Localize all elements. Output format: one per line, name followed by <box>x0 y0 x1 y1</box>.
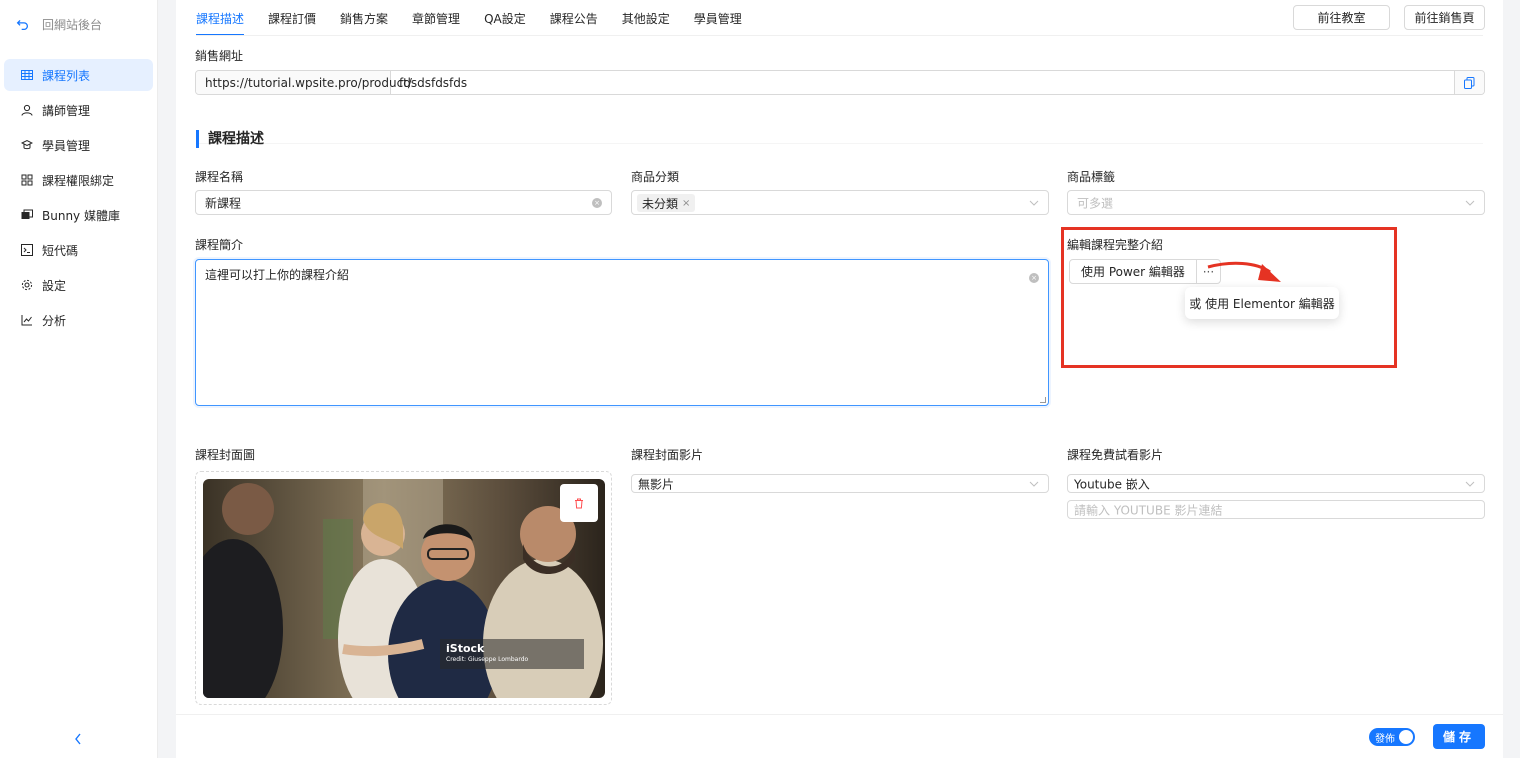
summary-value: 這裡可以打上你的課程介紹 <box>205 268 350 282</box>
sidebar-item-permissions[interactable]: 課程權限綁定 <box>4 164 153 196</box>
section-divider <box>196 143 1483 144</box>
cover-image-label: 課程封面圖 <box>195 448 256 462</box>
sidebar-item-students[interactable]: 學員管理 <box>4 129 153 161</box>
youtube-url-placeholder: 請輸入 YOUTUBE 影片連結 <box>1074 503 1223 517</box>
main-panel: 課程描述 課程訂價 銷售方案 章節管理 QA設定 課程公告 其他設定 學員管理 … <box>176 0 1503 758</box>
clear-icon[interactable]: × <box>592 197 602 208</box>
sidebar-item-label: Bunny 媒體庫 <box>42 208 120 223</box>
tab-course-pricing[interactable]: 課程訂價 <box>268 0 328 36</box>
media-icon <box>20 208 34 222</box>
product-tags-label: 商品標籤 <box>1067 170 1116 184</box>
chevron-down-icon <box>1029 200 1039 206</box>
gear-icon <box>20 278 34 292</box>
sidebar-item-analytics[interactable]: 分析 <box>4 304 153 336</box>
table-icon <box>20 68 34 82</box>
product-tags-select[interactable]: 可多選 <box>1067 190 1485 215</box>
sidebar-item-instructors[interactable]: 講師管理 <box>4 94 153 126</box>
sidebar-item-label: 課程權限綁定 <box>42 173 115 188</box>
students-icon <box>20 138 34 152</box>
undo-arrow-icon <box>14 17 30 33</box>
chevron-down-icon <box>1465 200 1475 206</box>
tab-chapters[interactable]: 章節管理 <box>412 0 472 36</box>
tab-student-management[interactable]: 學員管理 <box>694 0 754 36</box>
sidebar-item-shortcodes[interactable]: 短代碼 <box>4 234 153 266</box>
code-icon <box>20 243 34 257</box>
trial-video-label: 課程免費試看影片 <box>1067 448 1164 462</box>
youtube-url-input[interactable]: 請輸入 YOUTUBE 影片連結 <box>1067 500 1485 519</box>
tab-course-description[interactable]: 課程描述 <box>196 0 256 36</box>
chevron-down-icon <box>1029 481 1039 487</box>
go-to-classroom-button[interactable]: 前往教室 <box>1293 5 1390 30</box>
publish-label: 發佈 <box>1375 733 1395 745</box>
product-tags-placeholder: 可多選 <box>1077 196 1114 210</box>
toggle-knob <box>1399 730 1413 744</box>
save-button[interactable]: 儲存 <box>1433 724 1485 749</box>
sidebar-item-label: 分析 <box>42 313 67 328</box>
chart-icon <box>20 313 34 327</box>
course-name-label: 課程名稱 <box>195 170 244 184</box>
footer-divider <box>176 714 1503 715</box>
tab-announcements[interactable]: 課程公告 <box>550 0 610 36</box>
copy-icon[interactable] <box>1454 71 1484 94</box>
annotation-highlight-box <box>1061 227 1397 368</box>
section-title: 課程描述 <box>196 130 264 148</box>
grid-icon <box>20 173 34 187</box>
course-name-value: 新課程 <box>205 196 242 210</box>
trial-video-value: Youtube 嵌入 <box>1074 477 1150 491</box>
cover-video-label: 課程封面影片 <box>631 448 704 462</box>
category-label: 商品分類 <box>631 170 680 184</box>
publish-toggle[interactable]: 發佈 <box>1369 728 1415 746</box>
tag-remove-icon[interactable]: × <box>682 198 690 209</box>
back-to-site-link[interactable]: 回網站後台 <box>14 16 102 33</box>
tabs-divider <box>196 35 1483 36</box>
clear-icon[interactable]: × <box>1029 273 1039 283</box>
sales-url-prefix: https://tutorial.wpsite.pro/product/ <box>196 71 412 94</box>
watermark-brand: iStock <box>446 642 485 655</box>
category-tag: 未分類 × <box>637 194 696 212</box>
sidebar-menu: 課程列表 講師管理 學員管理 課程權限綁定 Bunny 媒體庫 短代碼 設定 分… <box>4 59 153 339</box>
sales-url-field: https://tutorial.wpsite.pro/product/ fds… <box>195 70 1485 95</box>
summary-label: 課程簡介 <box>195 238 244 252</box>
tab-bar: 課程描述 課程訂價 銷售方案 章節管理 QA設定 課程公告 其他設定 學員管理 <box>196 0 766 36</box>
category-select[interactable]: 未分類 × <box>631 190 1049 215</box>
resize-handle[interactable] <box>1040 397 1046 403</box>
watermark-credit: Credit: Giuseppe Lombardo <box>446 656 529 663</box>
sales-url-slug-input[interactable]: fdsdsfdsfds <box>391 71 1454 94</box>
sidebar-item-label: 短代碼 <box>42 243 79 258</box>
sales-url-label: 銷售網址 <box>195 49 244 63</box>
back-to-site-label: 回網站後台 <box>42 18 103 32</box>
delete-image-button[interactable] <box>560 484 598 522</box>
sidebar-item-label: 課程列表 <box>42 68 91 83</box>
user-icon <box>20 103 34 117</box>
tab-other-settings[interactable]: 其他設定 <box>622 0 682 36</box>
course-name-input[interactable]: 新課程 × <box>195 190 612 215</box>
sidebar-item-label: 學員管理 <box>42 138 91 153</box>
sidebar: 回網站後台 課程列表 講師管理 學員管理 課程權限綁定 Bunny 媒體庫 短代… <box>0 0 158 758</box>
sidebar-item-settings[interactable]: 設定 <box>4 269 153 301</box>
sidebar-item-course-list[interactable]: 課程列表 <box>4 59 153 91</box>
chevron-down-icon <box>1465 481 1475 487</box>
trial-video-select[interactable]: Youtube 嵌入 <box>1067 474 1485 493</box>
tab-qa-settings[interactable]: QA設定 <box>484 0 538 36</box>
cover-video-select[interactable]: 無影片 <box>631 474 1049 493</box>
collapse-sidebar-icon[interactable] <box>70 730 86 748</box>
tab-sales-plans[interactable]: 銷售方案 <box>340 0 400 36</box>
cover-image-upload[interactable] <box>195 471 612 705</box>
trash-icon <box>575 498 583 508</box>
category-tag-label: 未分類 <box>642 196 679 211</box>
go-to-sales-page-button[interactable]: 前往銷售頁 <box>1404 5 1485 30</box>
sidebar-item-label: 講師管理 <box>42 103 91 118</box>
sidebar-item-label: 設定 <box>42 278 67 293</box>
image-watermark: iStock Credit: Giuseppe Lombardo <box>440 639 584 669</box>
sidebar-item-bunny-media[interactable]: Bunny 媒體庫 <box>4 199 153 231</box>
cover-video-value: 無影片 <box>638 477 675 491</box>
summary-textarea[interactable]: 這裡可以打上你的課程介紹 × <box>195 259 1049 406</box>
